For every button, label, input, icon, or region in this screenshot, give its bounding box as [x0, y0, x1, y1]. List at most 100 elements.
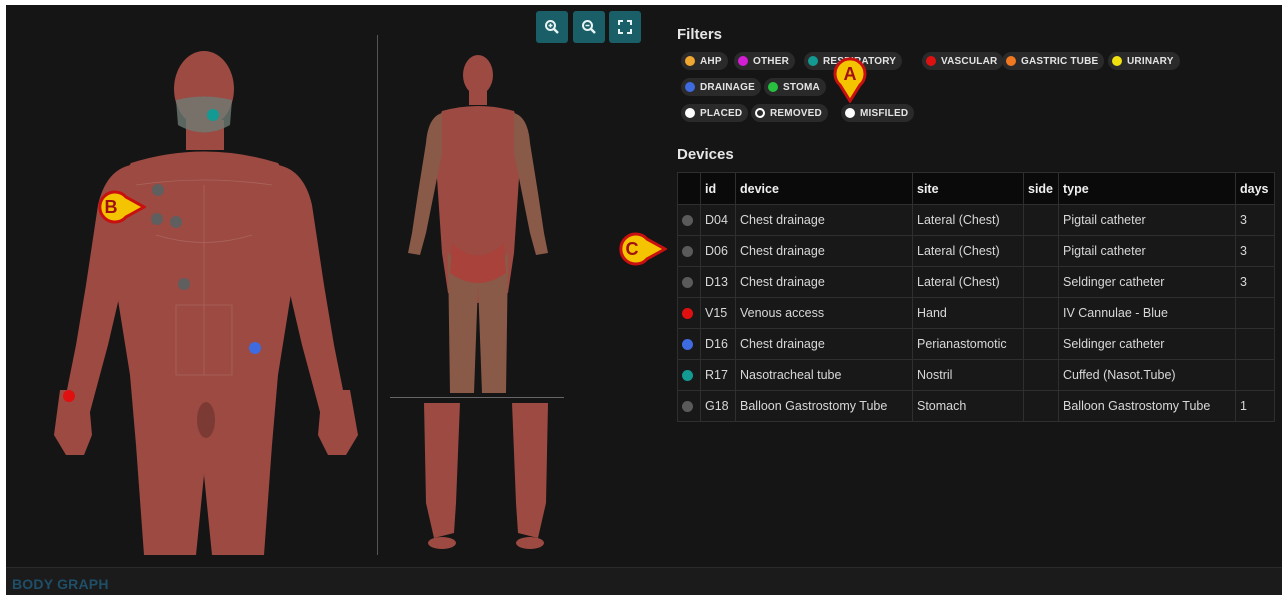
chip-color-dot	[755, 108, 765, 118]
chip-color-dot	[685, 108, 695, 118]
table-row[interactable]: D04 Chest drainage Lateral (Chest) Pigta…	[677, 204, 1275, 236]
legs-divider	[390, 397, 564, 398]
row-color-dot	[682, 246, 693, 258]
callout-marker-b: B	[94, 190, 148, 224]
table-row[interactable]: D16 Chest drainage Perianastomotic Seldi…	[677, 328, 1275, 360]
filter-chip-removed[interactable]: REMOVED	[751, 104, 828, 122]
panel-footer: BODY GRAPH	[6, 567, 1282, 595]
front-body-figure[interactable]	[36, 45, 376, 555]
stomach-device-dot[interactable]	[178, 278, 190, 290]
callout-marker-a: A	[833, 57, 867, 104]
cell-side	[1023, 328, 1059, 360]
cell-type: Cuffed (Nasot.Tube)	[1058, 359, 1236, 391]
chip-color-dot	[808, 56, 818, 66]
back-body-figure[interactable]	[398, 53, 558, 393]
filters-title: Filters	[677, 26, 723, 43]
filter-chip-urinary[interactable]: URINARY	[1108, 52, 1180, 70]
cell-side	[1023, 266, 1059, 298]
chest-device-dot-3[interactable]	[170, 216, 182, 228]
cell-site: Lateral (Chest)	[912, 204, 1024, 236]
chest-device-dot-2[interactable]	[151, 213, 163, 225]
devices-table: id device site side type days D04 Chest …	[677, 172, 1275, 422]
view-divider	[377, 35, 378, 555]
chip-color-dot	[1112, 56, 1122, 66]
abdomen-drainage-dot[interactable]	[249, 342, 261, 354]
callout-label: B	[104, 196, 118, 217]
table-row[interactable]: R17 Nasotracheal tube Nostril Cuffed (Na…	[677, 359, 1275, 391]
filter-chip-vascular[interactable]: VASCULAR	[922, 52, 1004, 70]
cell-side	[1023, 390, 1059, 422]
cell-side	[1023, 204, 1059, 236]
cell-id: D13	[700, 266, 736, 298]
chest-device-dot-1[interactable]	[152, 184, 164, 196]
filter-chip-gastric-tube[interactable]: GASTRIC TUBE	[1002, 52, 1105, 70]
fit-to-screen-button[interactable]	[609, 11, 641, 43]
cell-days: 1	[1235, 390, 1275, 422]
body-graph-panel: Filters AHP OTHER RESPIRATORY VASCULAR G…	[6, 5, 1282, 595]
table-header-row: id device site side type days	[677, 172, 1275, 205]
fullscreen-icon	[618, 20, 632, 34]
cell-type: Pigtail catheter	[1058, 235, 1236, 267]
cell-days: 3	[1235, 266, 1275, 298]
row-color-dot	[682, 339, 693, 351]
body-graph-stage: Filters AHP OTHER RESPIRATORY VASCULAR G…	[6, 5, 1282, 567]
devices-title: Devices	[677, 146, 734, 163]
table-row[interactable]: V15 Venous access Hand IV Cannulae - Blu…	[677, 297, 1275, 329]
chip-color-dot	[768, 82, 778, 92]
filter-chip-drainage[interactable]: DRAINAGE	[681, 78, 761, 96]
zoom-in-button[interactable]	[536, 11, 568, 43]
cell-device: Chest drainage	[735, 328, 913, 360]
chip-color-dot	[845, 108, 855, 118]
cell-days: 3	[1235, 235, 1275, 267]
cell-site: Nostril	[912, 359, 1024, 391]
cell-days: 3	[1235, 204, 1275, 236]
zoom-out-button[interactable]	[573, 11, 605, 43]
chip-color-dot	[1006, 56, 1016, 66]
column-header-id[interactable]: id	[700, 172, 736, 205]
chip-color-dot	[926, 56, 936, 66]
cell-device: Venous access	[735, 297, 913, 329]
cell-device: Balloon Gastrostomy Tube	[735, 390, 913, 422]
cell-id: G18	[700, 390, 736, 422]
chip-color-dot	[738, 56, 748, 66]
column-header-device[interactable]: device	[735, 172, 913, 205]
cell-type: Pigtail catheter	[1058, 204, 1236, 236]
table-row[interactable]: D13 Chest drainage Lateral (Chest) Seldi…	[677, 266, 1275, 298]
filter-chip-placed[interactable]: PLACED	[681, 104, 749, 122]
column-header-color	[677, 172, 701, 205]
cell-id: R17	[700, 359, 736, 391]
row-color-dot	[682, 308, 693, 320]
cell-id: D06	[700, 235, 736, 267]
cell-side	[1023, 359, 1059, 391]
table-row[interactable]: G18 Balloon Gastrostomy Tube Stomach Bal…	[677, 390, 1275, 422]
panel-title: BODY GRAPH	[12, 576, 109, 592]
column-header-site[interactable]: site	[912, 172, 1024, 205]
hand-venous-dot[interactable]	[63, 390, 75, 402]
column-header-days[interactable]: days	[1235, 172, 1275, 205]
row-color-dot	[682, 215, 693, 227]
cell-device: Chest drainage	[735, 204, 913, 236]
cell-days	[1235, 359, 1275, 391]
filter-chip-stoma[interactable]: STOMA	[764, 78, 826, 96]
lower-legs-figure[interactable]	[416, 403, 556, 553]
callout-label: C	[625, 238, 639, 259]
cell-type: Seldinger catheter	[1058, 266, 1236, 298]
column-header-side[interactable]: side	[1023, 172, 1059, 205]
zoom-out-icon	[582, 20, 596, 34]
cell-id: V15	[700, 297, 736, 329]
cell-site: Hand	[912, 297, 1024, 329]
filter-chip-other[interactable]: OTHER	[734, 52, 795, 70]
filter-chip-ahp[interactable]: AHP	[681, 52, 728, 70]
row-color-dot	[682, 370, 693, 382]
callout-marker-c: C	[615, 232, 669, 266]
column-header-type[interactable]: type	[1058, 172, 1236, 205]
cell-type: IV Cannulae - Blue	[1058, 297, 1236, 329]
nostril-device-dot[interactable]	[207, 109, 219, 121]
cell-type: Balloon Gastrostomy Tube	[1058, 390, 1236, 422]
cell-days	[1235, 297, 1275, 329]
table-row[interactable]: D06 Chest drainage Lateral (Chest) Pigta…	[677, 235, 1275, 267]
cell-site: Stomach	[912, 390, 1024, 422]
chip-color-dot	[685, 82, 695, 92]
filter-chip-misfiled[interactable]: MISFILED	[841, 104, 915, 122]
cell-id: D16	[700, 328, 736, 360]
